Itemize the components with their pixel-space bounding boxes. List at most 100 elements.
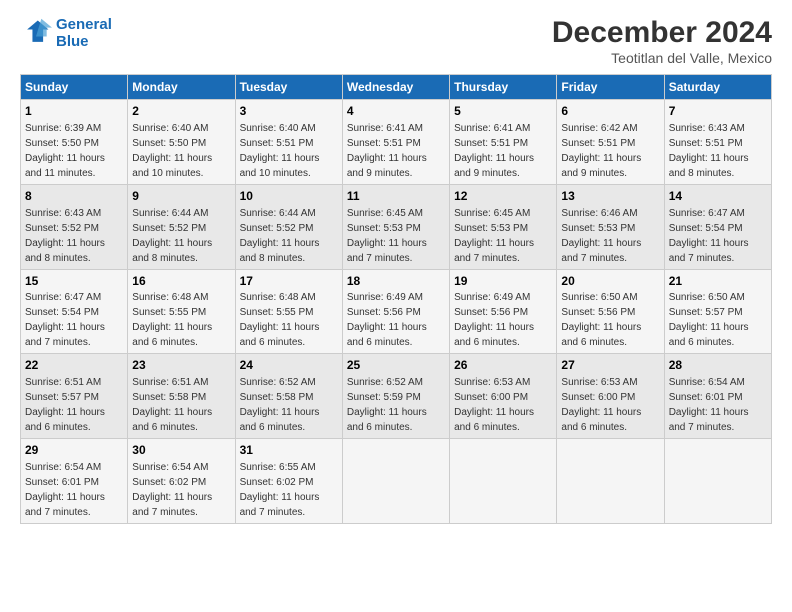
day-info: Sunrise: 6:48 AM Sunset: 5:55 PM Dayligh… — [240, 292, 320, 348]
day-cell: 1 Sunrise: 6:39 AM Sunset: 5:50 PM Daylig… — [21, 100, 128, 185]
day-info: Sunrise: 6:53 AM Sunset: 6:00 PM Dayligh… — [454, 377, 534, 433]
day-number: 21 — [669, 273, 767, 290]
day-number: 25 — [347, 357, 445, 374]
day-info: Sunrise: 6:50 AM Sunset: 5:57 PM Dayligh… — [669, 292, 749, 348]
day-cell: 21 Sunrise: 6:50 AM Sunset: 5:57 PM Dayli… — [664, 269, 771, 354]
day-number: 20 — [561, 273, 659, 290]
day-number: 29 — [25, 442, 123, 459]
day-number: 27 — [561, 357, 659, 374]
day-cell: 7 Sunrise: 6:43 AM Sunset: 5:51 PM Daylig… — [664, 100, 771, 185]
day-cell — [557, 439, 664, 524]
day-info: Sunrise: 6:44 AM Sunset: 5:52 PM Dayligh… — [132, 208, 212, 264]
day-number: 3 — [240, 103, 338, 120]
day-number: 17 — [240, 273, 338, 290]
day-info: Sunrise: 6:51 AM Sunset: 5:57 PM Dayligh… — [25, 377, 105, 433]
day-number: 7 — [669, 103, 767, 120]
col-header-friday: Friday — [557, 75, 664, 100]
day-info: Sunrise: 6:55 AM Sunset: 6:02 PM Dayligh… — [240, 462, 320, 518]
day-cell: 6 Sunrise: 6:42 AM Sunset: 5:51 PM Daylig… — [557, 100, 664, 185]
day-info: Sunrise: 6:53 AM Sunset: 6:00 PM Dayligh… — [561, 377, 641, 433]
day-info: Sunrise: 6:39 AM Sunset: 5:50 PM Dayligh… — [25, 123, 105, 179]
col-header-monday: Monday — [128, 75, 235, 100]
col-header-sunday: Sunday — [21, 75, 128, 100]
logo: General Blue — [20, 16, 112, 50]
day-number: 28 — [669, 357, 767, 374]
week-row-1: 1 Sunrise: 6:39 AM Sunset: 5:50 PM Daylig… — [21, 100, 772, 185]
header: General Blue December 2024 Teotitlan del… — [20, 16, 772, 66]
page: General Blue December 2024 Teotitlan del… — [0, 0, 792, 612]
day-info: Sunrise: 6:47 AM Sunset: 5:54 PM Dayligh… — [25, 292, 105, 348]
day-cell — [450, 439, 557, 524]
week-row-4: 22 Sunrise: 6:51 AM Sunset: 5:57 PM Dayli… — [21, 354, 772, 439]
day-number: 16 — [132, 273, 230, 290]
day-info: Sunrise: 6:54 AM Sunset: 6:02 PM Dayligh… — [132, 462, 212, 518]
day-info: Sunrise: 6:43 AM Sunset: 5:51 PM Dayligh… — [669, 123, 749, 179]
main-title: December 2024 — [552, 16, 772, 50]
day-number: 4 — [347, 103, 445, 120]
day-cell: 24Sunrise: 6:52 AM Sunset: 5:58 PM Dayli… — [235, 354, 342, 439]
day-number: 30 — [132, 442, 230, 459]
day-number: 5 — [454, 103, 552, 120]
day-info: Sunrise: 6:43 AM Sunset: 5:52 PM Dayligh… — [25, 208, 105, 264]
day-info: Sunrise: 6:52 AM Sunset: 5:58 PM Dayligh… — [240, 377, 320, 433]
day-number: 6 — [561, 103, 659, 120]
day-info: Sunrise: 6:45 AM Sunset: 5:53 PM Dayligh… — [454, 208, 534, 264]
day-info: Sunrise: 6:49 AM Sunset: 5:56 PM Dayligh… — [454, 292, 534, 348]
logo-text: General Blue — [56, 16, 112, 50]
day-cell: 3 Sunrise: 6:40 AM Sunset: 5:51 PM Daylig… — [235, 100, 342, 185]
day-cell: 22 Sunrise: 6:51 AM Sunset: 5:57 PM Dayli… — [21, 354, 128, 439]
day-cell: 19 Sunrise: 6:49 AM Sunset: 5:56 PM Dayli… — [450, 269, 557, 354]
day-info: Sunrise: 6:45 AM Sunset: 5:53 PM Dayligh… — [347, 208, 427, 264]
header-row: SundayMondayTuesdayWednesdayThursdayFrid… — [21, 75, 772, 100]
week-row-5: 29 Sunrise: 6:54 AM Sunset: 6:01 PM Dayli… — [21, 439, 772, 524]
day-cell: 25 Sunrise: 6:52 AM Sunset: 5:59 PM Dayli… — [342, 354, 449, 439]
day-cell: 4 Sunrise: 6:41 AM Sunset: 5:51 PM Daylig… — [342, 100, 449, 185]
day-info: Sunrise: 6:46 AM Sunset: 5:53 PM Dayligh… — [561, 208, 641, 264]
day-number: 1 — [25, 103, 123, 120]
day-info: Sunrise: 6:51 AM Sunset: 5:58 PM Dayligh… — [132, 377, 212, 433]
day-cell — [342, 439, 449, 524]
day-number: 13 — [561, 188, 659, 205]
day-cell: 20Sunrise: 6:50 AM Sunset: 5:56 PM Dayli… — [557, 269, 664, 354]
calendar-table: SundayMondayTuesdayWednesdayThursdayFrid… — [20, 74, 772, 524]
day-number: 23 — [132, 357, 230, 374]
day-number: 10 — [240, 188, 338, 205]
day-info: Sunrise: 6:41 AM Sunset: 5:51 PM Dayligh… — [347, 123, 427, 179]
day-number: 11 — [347, 188, 445, 205]
day-cell: 8Sunrise: 6:43 AM Sunset: 5:52 PM Daylig… — [21, 184, 128, 269]
day-number: 22 — [25, 357, 123, 374]
day-number: 31 — [240, 442, 338, 459]
day-cell: 16 Sunrise: 6:48 AM Sunset: 5:55 PM Dayli… — [128, 269, 235, 354]
day-cell: 28 Sunrise: 6:54 AM Sunset: 6:01 PM Dayli… — [664, 354, 771, 439]
day-info: Sunrise: 6:49 AM Sunset: 5:56 PM Dayligh… — [347, 292, 427, 348]
day-number: 26 — [454, 357, 552, 374]
week-row-2: 8Sunrise: 6:43 AM Sunset: 5:52 PM Daylig… — [21, 184, 772, 269]
day-info: Sunrise: 6:44 AM Sunset: 5:52 PM Dayligh… — [240, 208, 320, 264]
col-header-wednesday: Wednesday — [342, 75, 449, 100]
day-cell: 10 Sunrise: 6:44 AM Sunset: 5:52 PM Dayli… — [235, 184, 342, 269]
col-header-tuesday: Tuesday — [235, 75, 342, 100]
day-cell: 17 Sunrise: 6:48 AM Sunset: 5:55 PM Dayli… — [235, 269, 342, 354]
day-number: 19 — [454, 273, 552, 290]
day-cell: 9Sunrise: 6:44 AM Sunset: 5:52 PM Daylig… — [128, 184, 235, 269]
day-info: Sunrise: 6:47 AM Sunset: 5:54 PM Dayligh… — [669, 208, 749, 264]
day-cell: 26 Sunrise: 6:53 AM Sunset: 6:00 PM Dayli… — [450, 354, 557, 439]
day-cell: 29 Sunrise: 6:54 AM Sunset: 6:01 PM Dayli… — [21, 439, 128, 524]
day-number: 14 — [669, 188, 767, 205]
day-info: Sunrise: 6:52 AM Sunset: 5:59 PM Dayligh… — [347, 377, 427, 433]
day-info: Sunrise: 6:40 AM Sunset: 5:50 PM Dayligh… — [132, 123, 212, 179]
day-info: Sunrise: 6:54 AM Sunset: 6:01 PM Dayligh… — [669, 377, 749, 433]
day-info: Sunrise: 6:54 AM Sunset: 6:01 PM Dayligh… — [25, 462, 105, 518]
day-info: Sunrise: 6:42 AM Sunset: 5:51 PM Dayligh… — [561, 123, 641, 179]
logo-icon — [20, 17, 52, 49]
day-cell: 5Sunrise: 6:41 AM Sunset: 5:51 PM Daylig… — [450, 100, 557, 185]
day-cell: 14 Sunrise: 6:47 AM Sunset: 5:54 PM Dayli… — [664, 184, 771, 269]
day-info: Sunrise: 6:48 AM Sunset: 5:55 PM Dayligh… — [132, 292, 212, 348]
day-cell: 18Sunrise: 6:49 AM Sunset: 5:56 PM Dayli… — [342, 269, 449, 354]
day-cell — [664, 439, 771, 524]
day-info: Sunrise: 6:40 AM Sunset: 5:51 PM Dayligh… — [240, 123, 320, 179]
day-cell: 27 Sunrise: 6:53 AM Sunset: 6:00 PM Dayli… — [557, 354, 664, 439]
day-cell: 23 Sunrise: 6:51 AM Sunset: 5:58 PM Dayli… — [128, 354, 235, 439]
day-cell: 2Sunrise: 6:40 AM Sunset: 5:50 PM Daylig… — [128, 100, 235, 185]
day-number: 15 — [25, 273, 123, 290]
